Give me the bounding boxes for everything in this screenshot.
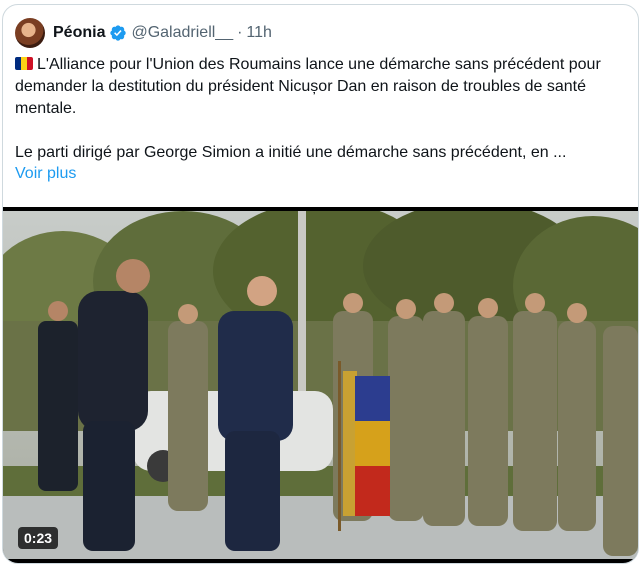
avatar[interactable]: [15, 18, 45, 48]
tweet-paragraph-2: Le parti dirigé par George Simion a init…: [15, 144, 567, 161]
romania-flag-icon: [15, 57, 33, 70]
video-duration-badge: 0:23: [18, 527, 59, 549]
tweet-text: L'Alliance pour l'Union des Roumains lan…: [15, 54, 625, 164]
author-handle[interactable]: @Galadriell__: [131, 24, 233, 42]
show-more-link[interactable]: Voir plus: [15, 165, 76, 183]
tweet-paragraph-1: L'Alliance pour l'Union des Roumains lan…: [15, 54, 625, 120]
tweet-card[interactable]: Péonia @Galadriell__ · 11h L'Alliance po…: [2, 4, 639, 564]
video-player[interactable]: 0:23: [3, 207, 638, 563]
author-name[interactable]: Péonia: [53, 24, 105, 42]
tweet-timestamp[interactable]: 11h: [246, 24, 272, 42]
tweet-paragraph-1-text: L'Alliance pour l'Union des Roumains lan…: [15, 56, 601, 117]
verified-badge-icon: [109, 24, 127, 42]
separator-dot: ·: [237, 24, 243, 41]
video-frame[interactable]: [3, 211, 638, 559]
tweet-header: Péonia @Galadriell__ · 11h: [15, 17, 272, 49]
